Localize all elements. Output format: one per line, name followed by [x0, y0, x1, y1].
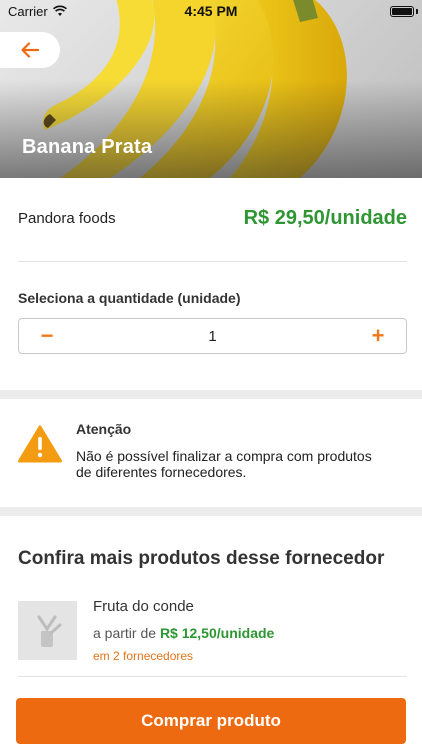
section-separator: [0, 507, 422, 516]
product-price: R$ 29,50/unidade: [243, 206, 407, 229]
increase-quantity-button[interactable]: +: [350, 319, 406, 353]
arrow-left-icon: [21, 42, 39, 58]
more-products-title: Confira mais produtos desse fornecedor: [18, 548, 385, 569]
supplier-name: Pandora foods: [18, 209, 116, 227]
battery-tip: [416, 9, 418, 14]
price-prefix: a partir de: [93, 625, 157, 641]
buy-product-button[interactable]: Comprar produto: [16, 698, 406, 744]
item-name: Fruta do conde: [93, 598, 194, 615]
supplier-price-row: Pandora foods R$ 29,50/unidade: [18, 198, 407, 238]
warning-title: Atenção: [76, 421, 132, 437]
item-suppliers-count: em 2 fornecedores: [93, 649, 194, 663]
product-thumbnail: [18, 601, 77, 660]
list-item[interactable]: Fruta do conde a partir de R$ 12,50/unid…: [18, 598, 407, 668]
decrease-quantity-button[interactable]: −: [19, 319, 75, 353]
quantity-label: Seleciona a quantidade (unidade): [18, 290, 241, 306]
warning-text: Não é possível finalizar a compra com pr…: [76, 448, 372, 480]
divider: [18, 676, 407, 677]
product-title: Banana Prata: [22, 136, 153, 158]
status-bar: Carrier 4:45 PM: [0, 0, 422, 24]
status-time: 4:45 PM: [184, 3, 238, 19]
section-separator: [0, 390, 422, 399]
back-button[interactable]: [0, 32, 60, 68]
quantity-stepper: − 1 +: [18, 318, 407, 354]
divider: [18, 261, 407, 262]
image-placeholder-icon: [37, 615, 61, 647]
warning-triangle-icon: [18, 425, 62, 463]
hero-gradient-overlay: [0, 80, 422, 178]
item-price-line: a partir de R$ 12,50/unidade: [93, 625, 274, 641]
quantity-value: 1: [208, 327, 217, 345]
battery-icon: [390, 6, 414, 17]
item-price: R$ 12,50/unidade: [159, 625, 275, 641]
